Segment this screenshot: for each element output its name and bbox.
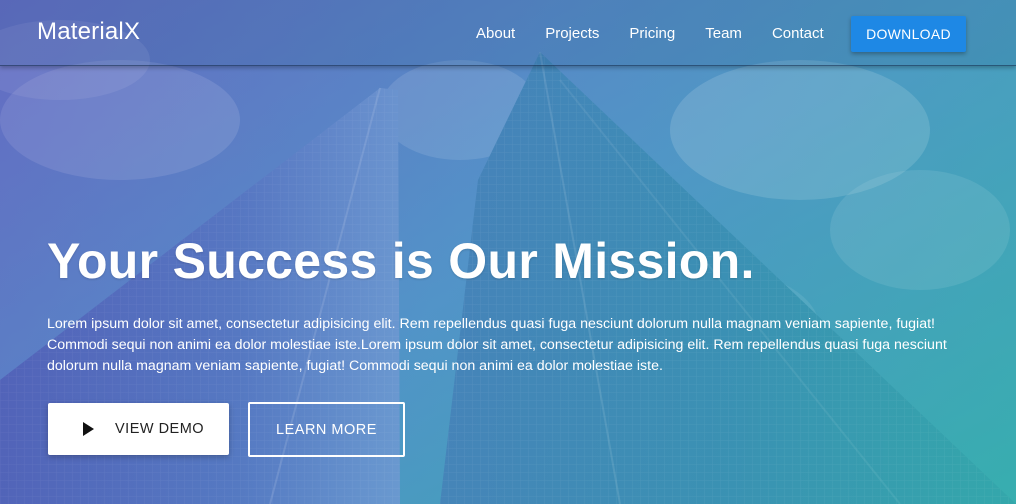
- view-demo-label: VIEW DEMO: [115, 421, 205, 437]
- nav-link-about[interactable]: About: [476, 25, 515, 42]
- hero-section: MaterialX About Projects Pricing Team Co…: [0, 0, 1016, 504]
- nav-link-team[interactable]: Team: [705, 25, 742, 42]
- nav-links: About Projects Pricing Team Contact: [476, 25, 854, 42]
- brand-logo[interactable]: MaterialX: [37, 18, 140, 46]
- view-demo-button[interactable]: VIEW DEMO: [48, 403, 229, 455]
- hero-headline: Your Success is Our Mission.: [47, 233, 755, 289]
- nav-link-contact[interactable]: Contact: [772, 25, 824, 42]
- download-button[interactable]: DOWNLOAD: [851, 16, 966, 52]
- navbar: MaterialX About Projects Pricing Team Co…: [0, 0, 1016, 66]
- nav-link-projects[interactable]: Projects: [545, 25, 599, 42]
- hero-description: Lorem ipsum dolor sit amet, consectetur …: [47, 316, 947, 374]
- nav-link-pricing[interactable]: Pricing: [629, 25, 675, 42]
- learn-more-button[interactable]: LEARN MORE: [248, 402, 405, 457]
- play-icon: [83, 422, 94, 436]
